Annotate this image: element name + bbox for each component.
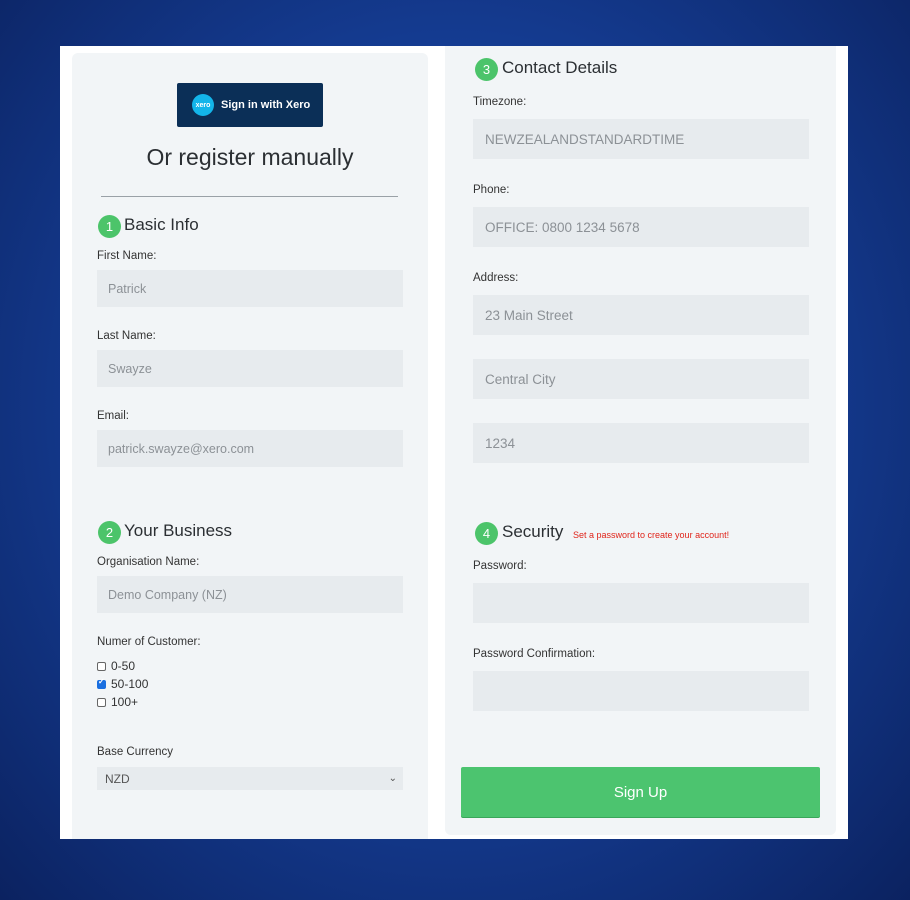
- base-currency-select[interactable]: NZD ⌄: [97, 767, 403, 790]
- sign-up-button[interactable]: Sign Up: [461, 767, 820, 817]
- sign-in-with-xero-button[interactable]: xero Sign in with Xero: [177, 83, 323, 127]
- customer-option-50-100[interactable]: 50-100: [97, 675, 148, 693]
- step-4-badge: 4: [475, 522, 498, 545]
- base-currency-label: Base Currency: [97, 746, 174, 758]
- step-1-badge: 1: [98, 215, 121, 238]
- password-input[interactable]: [473, 583, 809, 623]
- first-name-input[interactable]: [97, 270, 403, 307]
- password-confirmation-label: Password Confirmation:: [473, 648, 596, 660]
- customer-option-label: 100+: [111, 695, 139, 709]
- checkbox[interactable]: [97, 661, 106, 671]
- customer-option-100-plus[interactable]: 100+: [97, 693, 148, 711]
- customer-option-0-50[interactable]: 0-50: [97, 657, 148, 675]
- contact-details-heading: Contact Details: [502, 58, 618, 77]
- first-name-label: First Name:: [97, 250, 157, 262]
- number-of-customer-label: Numer of Customer:: [97, 636, 201, 648]
- timezone-label: Timezone:: [473, 96, 527, 108]
- basic-info-heading: Basic Info: [124, 215, 199, 234]
- email-input[interactable]: [97, 430, 403, 467]
- address-label: Address:: [473, 272, 519, 284]
- password-label: Password:: [473, 560, 527, 572]
- sign-in-with-xero-label: Sign in with Xero: [221, 99, 311, 111]
- timezone-input[interactable]: [473, 119, 809, 159]
- password-confirmation-input[interactable]: [473, 671, 809, 711]
- step-3-badge: 3: [475, 58, 498, 81]
- security-heading: Security: [502, 522, 564, 541]
- customer-option-label: 0-50: [111, 659, 136, 673]
- customer-option-label: 50-100: [111, 677, 149, 691]
- security-note: Set a password to create your account!: [573, 530, 730, 540]
- chevron-down-icon: ⌄: [388, 773, 397, 784]
- email-label: Email:: [97, 410, 129, 422]
- checkbox[interactable]: [97, 697, 106, 707]
- customer-count-options: 0-50 50-100 100+: [97, 657, 148, 711]
- last-name-input[interactable]: [97, 350, 403, 387]
- xero-logo-icon: xero: [192, 94, 214, 116]
- phone-label: Phone:: [473, 184, 510, 196]
- organisation-name-label: Organisation Name:: [97, 556, 200, 568]
- your-business-heading: Your Business: [124, 521, 233, 540]
- organisation-name-input[interactable]: [97, 576, 403, 613]
- base-currency-value: NZD: [105, 771, 130, 786]
- step-2-badge: 2: [98, 521, 121, 544]
- register-manually-heading: Or register manually: [146, 144, 354, 170]
- checkbox-checked[interactable]: [97, 677, 106, 689]
- address-line-3-input[interactable]: [473, 423, 809, 463]
- last-name-label: Last Name:: [97, 330, 156, 342]
- divider: [101, 196, 398, 197]
- address-line-2-input[interactable]: [473, 359, 809, 399]
- phone-input[interactable]: [473, 207, 809, 247]
- address-line-1-input[interactable]: [473, 295, 809, 335]
